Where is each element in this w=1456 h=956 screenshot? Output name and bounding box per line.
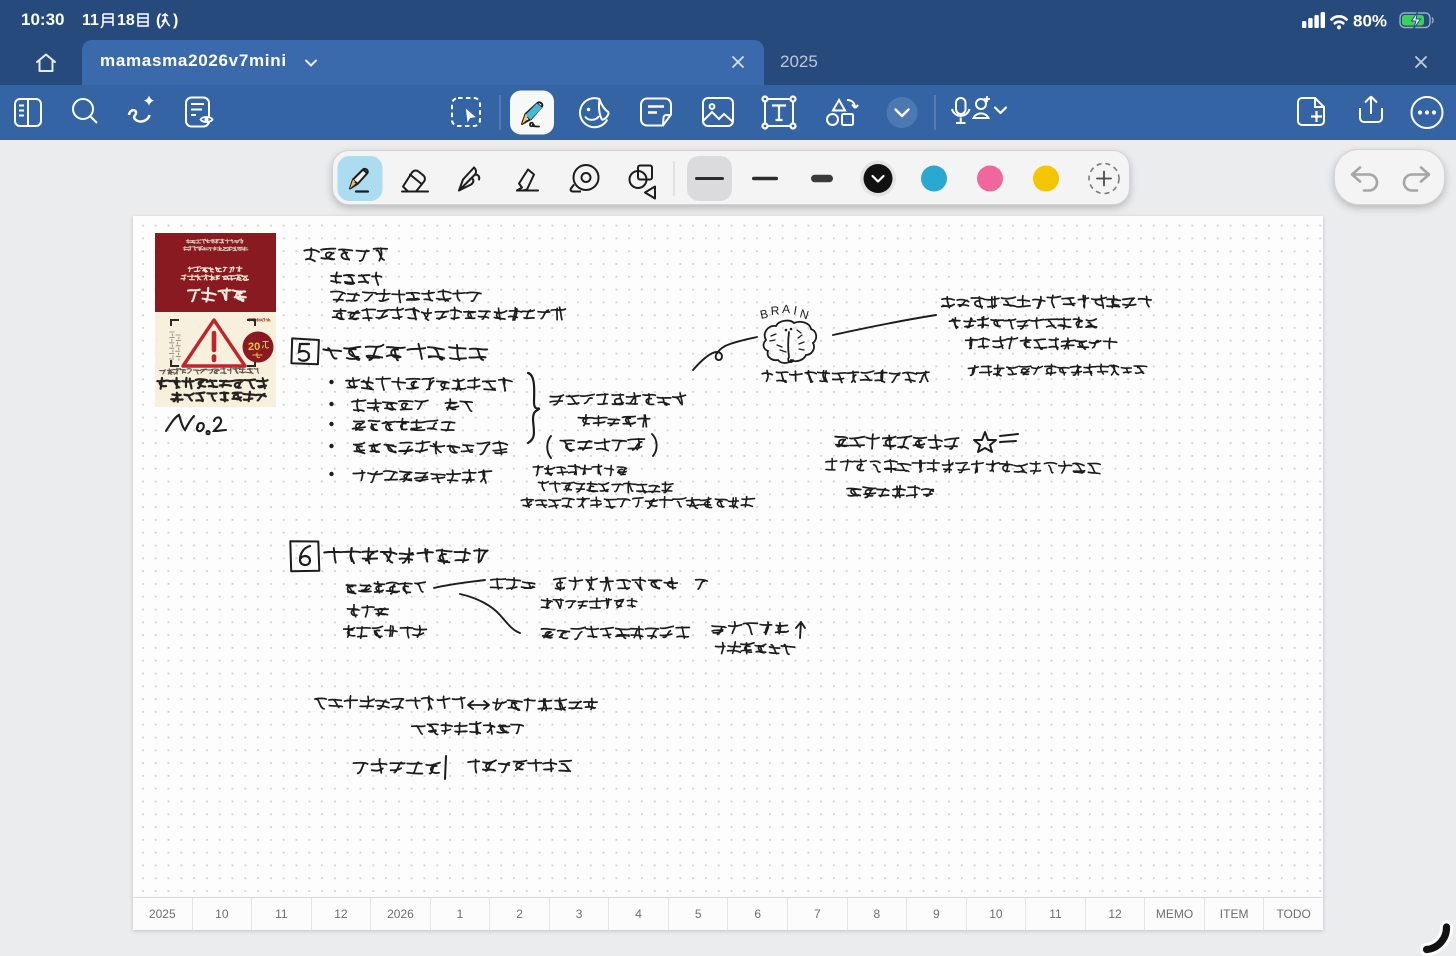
svg-text:18: 18: [117, 12, 135, 29]
svg-text:): ): [173, 12, 178, 29]
svg-text:11: 11: [82, 12, 99, 29]
svg-text:80%: 80%: [1353, 12, 1387, 31]
